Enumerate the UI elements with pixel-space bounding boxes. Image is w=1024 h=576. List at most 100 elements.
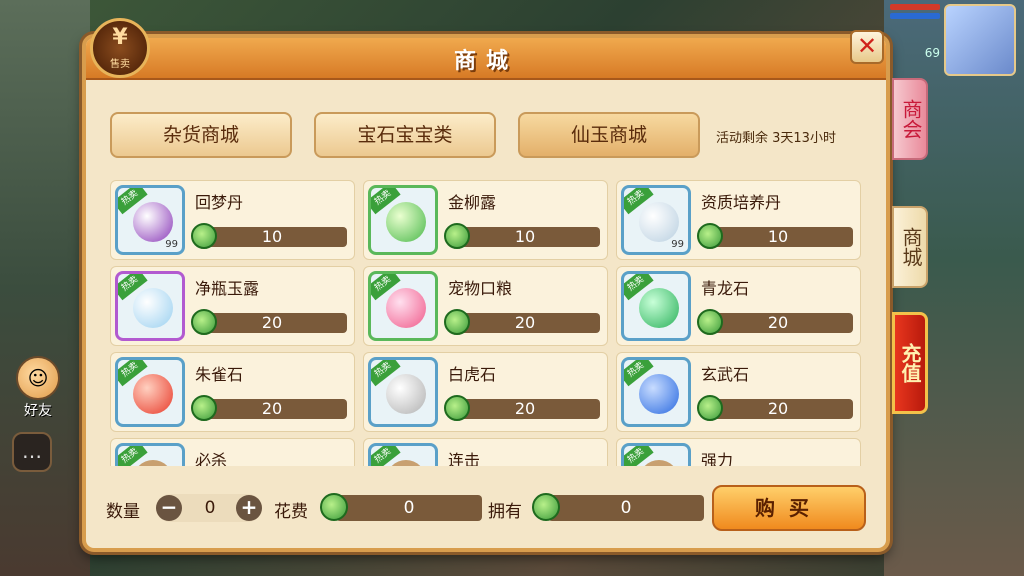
jade-coin-icon xyxy=(444,223,470,249)
item-price: 20 xyxy=(703,399,853,419)
buy-button[interactable]: 购买 xyxy=(712,485,866,531)
black-tortoise-stone-icon xyxy=(639,374,679,414)
title-bar: 商城 xyxy=(86,38,886,80)
item-price: 20 xyxy=(197,399,347,419)
shop-item[interactable]: 热卖 连击 xyxy=(363,438,608,466)
jade-coin-icon xyxy=(697,223,723,249)
item-icon: 热卖 xyxy=(621,357,691,427)
item-price: 10 xyxy=(197,227,347,247)
book-icon xyxy=(386,460,426,466)
item-price: 20 xyxy=(703,313,853,333)
item-name: 回梦丹 xyxy=(195,193,244,212)
item-icon: 热卖 xyxy=(621,443,691,466)
item-count: 99 xyxy=(671,239,684,250)
item-name: 连击 xyxy=(448,451,481,466)
plus-button[interactable]: + xyxy=(236,495,262,521)
cost-label: 花费 xyxy=(274,502,308,522)
tab-mall[interactable]: 商城 xyxy=(892,206,928,288)
item-icon: 热卖 xyxy=(115,357,185,427)
jade-coin-icon xyxy=(191,309,217,335)
item-price: 10 xyxy=(703,227,853,247)
item-icon: 热卖 xyxy=(115,443,185,466)
shop-item[interactable]: 热卖 必杀 xyxy=(110,438,355,466)
friend-face-icon: ☺ xyxy=(16,356,60,400)
player-status-bars xyxy=(890,4,940,22)
pet-food-icon xyxy=(386,288,426,328)
shop-item[interactable]: 热卖 99 资质培养丹 10 xyxy=(616,180,861,260)
item-name: 净瓶玉露 xyxy=(195,279,260,298)
item-name: 宠物口粮 xyxy=(448,279,513,298)
item-icon: 热卖 xyxy=(368,185,438,255)
event-remaining-time: 活动剩余 3天13小时 xyxy=(716,131,836,146)
shop-item[interactable]: 热卖 青龙石 20 xyxy=(616,266,861,346)
category-tab-gems-pets[interactable]: 宝石宝宝类 xyxy=(314,112,496,158)
item-price: 20 xyxy=(450,399,600,419)
owned-label: 拥有 xyxy=(488,502,522,522)
shop-item[interactable]: 热卖 99 回梦丹 10 xyxy=(110,180,355,260)
friend-button[interactable]: ☺ 好友 xyxy=(10,356,66,420)
shop-item[interactable]: 热卖 玄武石 20 xyxy=(616,352,861,432)
item-name: 朱雀石 xyxy=(195,365,244,384)
category-tab-jade-shop[interactable]: 仙玉商城 xyxy=(518,112,700,158)
shop-item[interactable]: 热卖 朱雀石 20 xyxy=(110,352,355,432)
shop-item[interactable]: 热卖 金柳露 10 xyxy=(363,180,608,260)
jade-coin-icon xyxy=(532,493,560,521)
vase-dew-icon xyxy=(133,288,173,328)
tab-chamber-of-commerce[interactable]: 商会 xyxy=(892,78,928,160)
quantity-label: 数量 xyxy=(106,502,140,522)
jade-coin-icon xyxy=(320,493,348,521)
minus-button[interactable]: − xyxy=(156,495,182,521)
book-icon xyxy=(133,460,173,466)
item-price: 10 xyxy=(450,227,600,247)
item-icon: 热卖 xyxy=(368,271,438,341)
quantity-value[interactable]: 0 xyxy=(196,498,224,518)
vermilion-bird-stone-icon xyxy=(133,374,173,414)
jade-coin-icon xyxy=(444,395,470,421)
close-button[interactable]: ✕ xyxy=(850,30,884,64)
item-name: 必杀 xyxy=(195,451,228,466)
item-grid[interactable]: 热卖 99 回梦丹 10 热卖 金柳露 10 热卖 99 资质培养丹 10 热卖… xyxy=(110,180,862,466)
item-icon: 热卖 99 xyxy=(621,185,691,255)
shop-item[interactable]: 热卖 净瓶玉露 20 xyxy=(110,266,355,346)
background-left xyxy=(0,0,90,576)
logo-badge-text: 售卖 xyxy=(110,59,130,70)
item-name: 白虎石 xyxy=(448,365,497,384)
item-icon: 热卖 xyxy=(368,443,438,466)
book-icon xyxy=(639,460,679,466)
item-name: 强力 xyxy=(701,451,734,466)
item-name: 青龙石 xyxy=(701,279,750,298)
white-tiger-stone-icon xyxy=(386,374,426,414)
dream-pill-icon xyxy=(133,202,173,242)
yuan-icon: ¥ xyxy=(112,25,128,50)
aptitude-pill-icon xyxy=(639,202,679,242)
shop-item[interactable]: 热卖 宠物口粮 20 xyxy=(363,266,608,346)
item-icon: 热卖 xyxy=(115,271,185,341)
tab-recharge[interactable]: 充值 xyxy=(892,312,928,414)
item-icon: 热卖 99 xyxy=(115,185,185,255)
owned-value: 0 xyxy=(548,495,704,521)
shop-item[interactable]: 热卖 白虎石 20 xyxy=(363,352,608,432)
panel-title: 商城 xyxy=(453,49,518,74)
friend-label: 好友 xyxy=(24,403,52,419)
item-price: 20 xyxy=(450,313,600,333)
jade-coin-icon xyxy=(697,395,723,421)
item-count: 99 xyxy=(165,239,178,250)
jade-coin-icon xyxy=(444,309,470,335)
category-tab-groceries[interactable]: 杂货商城 xyxy=(110,112,292,158)
item-icon: 热卖 xyxy=(368,357,438,427)
item-icon: 热卖 xyxy=(621,271,691,341)
item-name: 玄武石 xyxy=(701,365,750,384)
cost-value: 0 xyxy=(336,495,482,521)
chat-icon[interactable]: … xyxy=(12,432,52,472)
jade-coin-icon xyxy=(191,223,217,249)
willow-dew-icon xyxy=(386,202,426,242)
jade-coin-icon xyxy=(697,309,723,335)
shop-item[interactable]: 热卖 强力 xyxy=(616,438,861,466)
jade-coin-icon xyxy=(191,395,217,421)
item-name: 资质培养丹 xyxy=(701,193,782,212)
item-name: 金柳露 xyxy=(448,193,497,212)
azure-dragon-stone-icon xyxy=(639,288,679,328)
player-avatar[interactable] xyxy=(944,4,1016,76)
item-price: 20 xyxy=(197,313,347,333)
player-level: 69 xyxy=(924,46,940,60)
